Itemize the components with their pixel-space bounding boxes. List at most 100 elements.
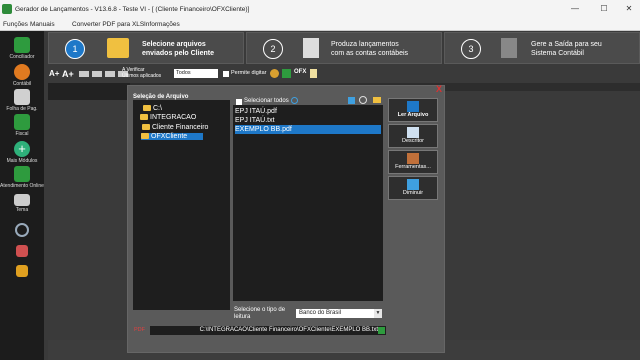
sidebar-item-folha[interactable]: Folha de Pag. <box>0 89 44 112</box>
read-file-button[interactable]: Ler Arquivo <box>388 98 438 122</box>
tools-icon <box>407 153 419 164</box>
folder-icon <box>143 105 151 112</box>
tree-label: C:\ <box>153 105 162 112</box>
folder-icon <box>107 38 129 58</box>
tools-button[interactable]: Ferramentas... <box>388 150 438 174</box>
step-text: Produza lançamentos com as contas contáb… <box>331 40 408 58</box>
step-banner: 1 Selecione arquivos enviados pelo Clien… <box>48 32 640 64</box>
step-line2: enviados pelo Cliente <box>142 50 214 57</box>
step-number: 2 <box>263 39 283 59</box>
users-icon <box>16 245 28 257</box>
sidebar-item-atendimento[interactable]: Atendimento Online <box>0 166 44 189</box>
users-button[interactable] <box>0 245 44 257</box>
reload-icon[interactable] <box>359 96 367 104</box>
step-line1: Gere a Saída para seu <box>531 41 602 48</box>
font-increase-button[interactable]: A+ <box>49 69 59 78</box>
settings-button[interactable] <box>0 223 44 237</box>
maximize-button[interactable]: ☐ <box>597 4 611 16</box>
modules-button[interactable] <box>0 265 44 277</box>
minimize-button[interactable]: — <box>568 4 582 16</box>
read-type-select[interactable]: Banco do Brasil <box>296 309 382 318</box>
sidebar-item-fiscal[interactable]: Fiscal <box>0 114 44 137</box>
sidebar-label: Atendimento Online <box>0 183 44 189</box>
permit-checkbox[interactable] <box>223 71 229 77</box>
step-text: Gere a Saída para seu Sistema Contábil <box>531 40 602 58</box>
step-number: 3 <box>461 39 481 59</box>
contabil-icon <box>14 64 30 80</box>
path-label: PDF <box>134 327 145 333</box>
title-bar: Gerador de Lançamentos - V13.6.8 - Teste… <box>0 0 640 20</box>
sidebar-item-mais-modulos[interactable]: + Mais Módulos <box>0 141 44 164</box>
confirm-icon[interactable] <box>378 327 385 334</box>
chevron-down-icon[interactable]: ▼ <box>374 309 382 318</box>
tree-item-cliente[interactable]: Cliente Financeiro <box>142 124 208 131</box>
refresh-icon[interactable] <box>291 97 298 104</box>
tree-label: Cliente Financeiro <box>152 124 209 131</box>
tree-label: INTEGRACAO <box>150 114 197 121</box>
step-2-button[interactable]: 2 Produza lançamentos com as contas cont… <box>246 32 442 64</box>
font-decrease-button[interactable]: A+ <box>62 69 74 79</box>
sidebar-label: Folha de Pag. <box>6 106 38 112</box>
window-title: Gerador de Lançamentos - V13.6.8 - Teste… <box>15 6 250 13</box>
fiscal-icon <box>14 114 30 130</box>
folder-icon <box>142 124 150 131</box>
sidebar-item-contabil[interactable]: Contábil <box>0 64 44 87</box>
folder-icon <box>140 114 148 121</box>
open-folder-icon[interactable] <box>373 97 381 103</box>
read-type-label: Selecione o tipo de leitura <box>234 307 286 320</box>
sidebar-label: Fiscal <box>15 131 29 137</box>
close-window-button[interactable]: ✕ <box>622 4 636 16</box>
sidebar-item-conciliador[interactable]: Conciliador <box>0 37 44 60</box>
step-line1: Selecione arquivos <box>142 41 206 48</box>
menu-informacoes[interactable]: Informações <box>144 21 180 28</box>
ofx-button[interactable]: OFX <box>294 69 306 75</box>
minimize-dialog-button[interactable]: Diminuir <box>388 176 438 200</box>
permit-label: Permite digitar <box>231 70 267 76</box>
monitor-icon <box>14 194 30 206</box>
menu-manuais[interactable]: Manuais <box>30 21 55 28</box>
step-3-button[interactable]: 3 Gere a Saída para seu Sistema Contábil <box>444 32 640 64</box>
sidebar-item-tema[interactable]: Tema <box>0 194 44 213</box>
shrink-icon <box>407 179 419 190</box>
file-list[interactable]: EPJ ITAÚ.pdf EPJ ITAÚ.txt EXEMPLO BB.pdf <box>233 105 383 301</box>
button-label: Ler Arquivo <box>397 112 429 118</box>
step-text: Selecione arquivos enviados pelo Cliente <box>142 40 214 58</box>
descriptor-button[interactable]: Descritor <box>388 124 438 148</box>
file-item[interactable]: EPJ ITAÚ.txt <box>235 116 381 125</box>
dialog-close-button[interactable]: X <box>436 84 442 94</box>
excel-icon[interactable] <box>282 69 291 78</box>
last-applied-label: Últimos aplicados <box>122 73 162 79</box>
user-icon[interactable] <box>270 69 279 78</box>
menu-funcoes[interactable]: Funções <box>3 21 28 28</box>
file-item-selected[interactable]: EXEMPLO BB.pdf <box>235 125 381 134</box>
atendimento-icon <box>14 166 30 182</box>
step-line1: Produza lançamentos <box>331 41 399 48</box>
step-line2: com as contas contábeis <box>331 50 409 57</box>
grid-header-left <box>48 83 130 100</box>
document-icon[interactable] <box>310 69 317 78</box>
left-sidebar: Conciliador Contábil Folha de Pag. Fisca… <box>0 31 44 360</box>
app-icon <box>2 4 12 14</box>
folder-tree[interactable]: C:\ INTEGRACAO Cliente Financeiro OFXCli… <box>133 100 230 310</box>
clipboard-icon <box>303 38 319 58</box>
sidebar-label: Contábil <box>12 81 32 87</box>
conciliador-icon <box>14 37 30 53</box>
menu-converter-pdf[interactable]: Converter PDF para XLS <box>72 21 144 28</box>
menu-bar: Funções Manuais Converter PDF para XLS I… <box>0 20 640 31</box>
align-left-icon[interactable] <box>79 71 89 77</box>
file-item[interactable]: EPJ ITAÚ.pdf <box>235 107 381 116</box>
modules-icon <box>16 265 28 277</box>
filter-select[interactable]: Todos <box>174 69 218 78</box>
sort-icon[interactable] <box>348 97 355 104</box>
tree-item-integracao[interactable]: INTEGRACAO <box>140 114 196 121</box>
tree-item-ofxcliente[interactable]: OFXCliente <box>141 133 203 140</box>
file-path-field[interactable]: C:\INTEGRACAO\Cliente Financeiro\OFXClie… <box>150 326 386 335</box>
sidebar-label: Mais Módulos <box>6 158 38 164</box>
tree-item-root[interactable]: C:\ <box>143 105 162 112</box>
align-right-icon[interactable] <box>105 71 115 77</box>
align-center-icon[interactable] <box>92 71 102 77</box>
folha-icon <box>14 89 30 105</box>
step-1-button[interactable]: 1 Selecione arquivos enviados pelo Clien… <box>48 32 244 64</box>
sidebar-label: Tema <box>15 207 29 213</box>
read-icon <box>407 101 419 112</box>
